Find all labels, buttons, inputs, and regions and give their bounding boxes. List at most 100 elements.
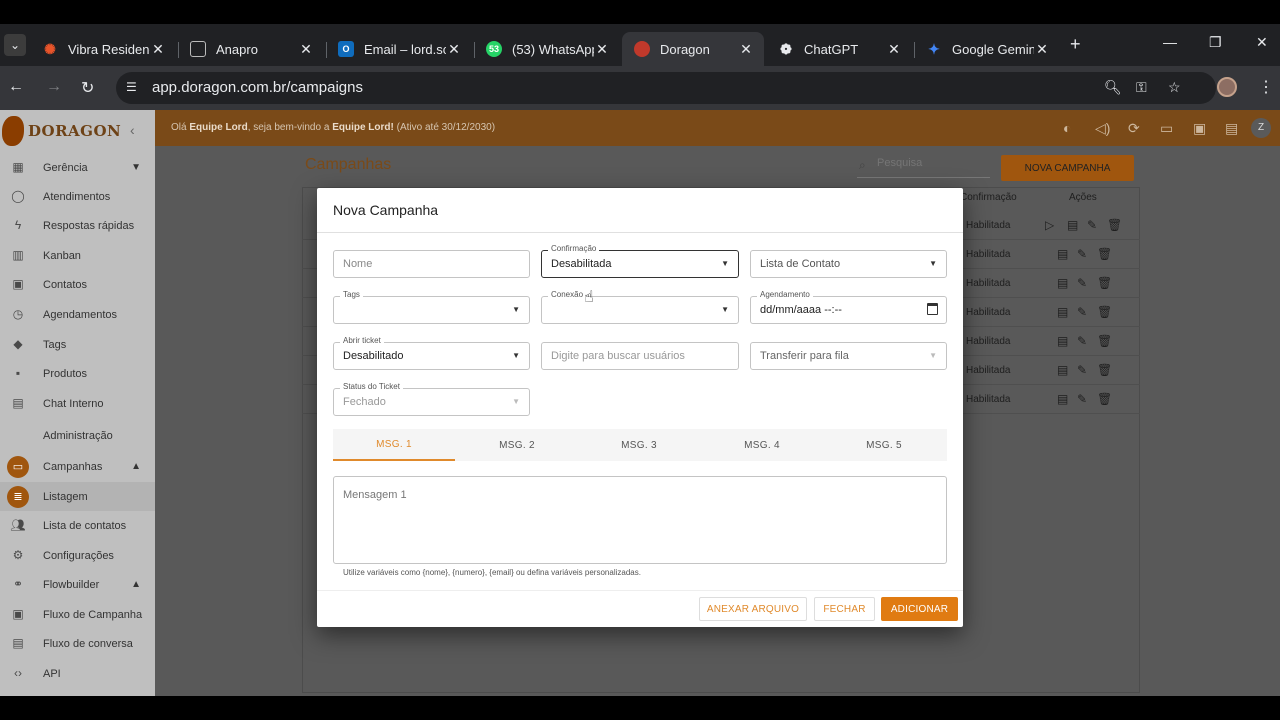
close-icon[interactable]: ✕ [1034,41,1050,58]
report-icon[interactable]: ▤ [1057,276,1068,290]
tab-msg-5[interactable]: MSG. 5 [823,429,945,461]
tags-select[interactable]: Tags ▼ [333,290,530,324]
report-icon[interactable]: ▤ [1057,392,1068,406]
edit-icon[interactable]: ✎ [1087,218,1097,232]
nome-field[interactable]: Nome [333,250,530,278]
sidebar-item-atendimentos[interactable]: ◯ Atendimentos [0,182,155,211]
sidebar-item-configuracoes[interactable]: ⚙ Configurações [0,541,155,570]
close-icon[interactable]: ✕ [738,41,754,58]
site-info-icon[interactable]: ☰ [126,80,142,96]
report-icon[interactable]: ▤ [1057,247,1068,261]
delete-icon[interactable]: 🗑︎ [1097,305,1112,319]
message-icon[interactable]: ▭ [1160,120,1173,137]
sidebar-item-tags[interactable]: ◆ Tags [0,330,155,359]
close-icon[interactable]: ✕ [446,41,462,58]
sidebar-item-respostas[interactable]: ϟ Respostas rápidas [0,211,155,240]
sidebar-item-agendamentos[interactable]: ◷ Agendamentos [0,300,155,329]
search-field[interactable]: ⌕ [857,154,990,178]
delete-icon[interactable]: 🗑︎ [1107,218,1122,232]
lista-contato-select[interactable]: Lista de Contato ▼ [750,250,947,278]
report-icon[interactable]: ▤ [1057,305,1068,319]
tab-msg-4[interactable]: MSG. 4 [701,429,823,461]
edit-icon[interactable]: ✎ [1077,305,1087,319]
forum-icon[interactable]: ▤ [1225,120,1238,137]
attach-file-button[interactable]: ANEXAR ARQUIVO [699,597,807,621]
sidebar-item-fluxo-conversa[interactable]: ▤ Fluxo de conversa [0,629,155,658]
sidebar-item-listagem[interactable]: ≣ Listagem [0,482,155,511]
close-icon[interactable]: ✕ [594,41,610,58]
sidebar-item-flowbuilder[interactable]: ⚭ Flowbuilder ▲ [0,570,155,599]
agendamento-datetime[interactable]: Agendamento dd/mm/aaaa --:-- [750,290,947,324]
close-icon[interactable]: ✕ [886,41,902,58]
close-icon[interactable]: ✕ [298,41,314,58]
buscar-usuarios-input[interactable]: Digite para buscar usuários [541,342,739,370]
new-tab-plus-icon[interactable]: + [1070,34,1081,55]
forward-icon[interactable]: → [46,78,62,96]
sidebar-item-gerencia[interactable]: ▦ Gerência ▼ [0,153,155,182]
url-text[interactable]: app.doragon.com.br/campaigns [152,79,363,96]
volume-icon[interactable]: ◁) [1095,120,1110,137]
browser-tab-gemini[interactable]: ✦ Google Gemini ✕ [914,32,1060,66]
minimize-icon[interactable]: — [1163,34,1177,50]
report-icon[interactable]: ▤ [1057,334,1068,348]
close-button[interactable]: FECHAR [814,597,875,621]
browser-tab-vibra[interactable]: ✺ Vibra Residencial ✕ [30,32,176,66]
delete-icon[interactable]: 🗑︎ [1097,247,1112,261]
sidebar-item-fluxo-campanha[interactable]: ▣ Fluxo de Campanha [0,600,155,629]
sidebar-item-produtos[interactable]: ▪ Produtos [0,359,155,388]
restore-icon[interactable]: ❐ [1209,34,1222,51]
close-icon[interactable]: ✕ [150,41,166,58]
edit-icon[interactable]: ✎ [1077,363,1087,377]
tab-msg-3[interactable]: MSG. 3 [578,429,700,461]
sidebar-item-contatos[interactable]: ▣ Contatos [0,270,155,299]
close-window-icon[interactable]: ✕ [1256,34,1268,51]
mensagem-textarea[interactable]: Mensagem 1 [333,476,947,564]
play-icon[interactable]: ▷ [1045,218,1054,232]
sidebar-item-chat-interno[interactable]: ▤ Chat Interno [0,389,155,418]
profile-avatar[interactable] [1217,77,1237,97]
add-button[interactable]: ADICIONAR [881,597,958,621]
reload-icon[interactable]: ↻ [81,78,94,98]
sidebar-item-lista-contatos[interactable]: 👥︎ Lista de contatos [0,511,155,540]
refresh-icon[interactable]: ⟳ [1128,120,1140,137]
zoom-icon[interactable]: 🔍︎ [1104,79,1122,96]
delete-icon[interactable]: 🗑︎ [1097,334,1112,348]
edit-icon[interactable]: ✎ [1077,334,1087,348]
tab-msg-2[interactable]: MSG. 2 [456,429,578,461]
user-avatar[interactable]: Z [1251,118,1271,138]
report-icon[interactable]: ▤ [1067,218,1078,232]
tab-search-chevron-icon[interactable]: ⌄ [4,34,26,56]
browser-tab-doragon[interactable]: Doragon ✕ [622,32,764,66]
chevron-left-icon[interactable]: ‹ [130,122,135,138]
report-icon[interactable]: ▤ [1057,363,1068,377]
confirmacao-select[interactable]: Confirmação Desabilitada ▼ [541,244,739,278]
calendar-icon[interactable] [927,303,938,315]
key-icon[interactable]: ⚿ [1136,79,1147,96]
search-input[interactable] [877,157,987,169]
transferir-fila-select[interactable]: Transferir para fila ▼ [750,342,947,370]
edit-icon[interactable]: ✎ [1077,392,1087,406]
sidebar-item-api[interactable]: ‹› API [0,659,155,688]
new-campaign-button[interactable]: NOVA CAMPANHA [1001,155,1134,181]
delete-icon[interactable]: 🗑︎ [1097,392,1112,406]
browser-tab-anapro[interactable]: Anapro ✕ [178,32,324,66]
status-ticket-select[interactable]: Status do Ticket Fechado ▼ [333,382,530,416]
browser-menu-icon[interactable]: ⋮ [1258,77,1274,97]
abrir-ticket-select[interactable]: Abrir ticket Desabilitado ▼ [333,336,530,370]
conexao-select[interactable]: Conexão ▼ [541,290,739,324]
delete-icon[interactable]: 🗑︎ [1097,363,1112,377]
theme-icon[interactable]: ◐ [1063,120,1071,136]
browser-tab-email[interactable]: O Email – lord.sc ✕ [326,32,472,66]
back-icon[interactable]: ← [8,78,24,96]
sidebar-item-kanban[interactable]: ▥ Kanban [0,241,155,270]
browser-tab-whatsapp[interactable]: 53 (53) WhatsApp ✕ [474,32,620,66]
address-bar[interactable]: ☰ app.doragon.com.br/campaigns 🔍︎ ⚿ ☆ [116,72,1216,104]
alert-message-icon[interactable]: ▣ [1193,120,1206,137]
browser-tab-chatgpt[interactable]: ❁ ChatGPT ✕ [766,32,912,66]
bookmark-star-icon[interactable]: ☆ [1168,79,1181,96]
sidebar-item-campanhas[interactable]: ▭ Campanhas ▲ [0,452,155,481]
tab-msg-1[interactable]: MSG. 1 [333,429,455,461]
edit-icon[interactable]: ✎ [1077,276,1087,290]
delete-icon[interactable]: 🗑︎ [1097,276,1112,290]
edit-icon[interactable]: ✎ [1077,247,1087,261]
